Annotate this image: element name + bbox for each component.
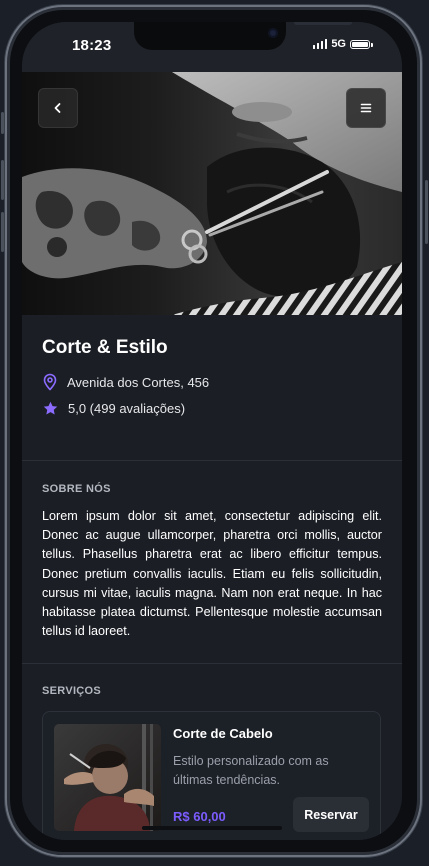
stage: 18:23 5G Corte & Estilo Avenida dos Cort… <box>0 0 429 866</box>
divider <box>22 663 402 664</box>
service-card: Corte de Cabelo Estilo personalizado com… <box>42 711 381 840</box>
back-button[interactable] <box>38 88 78 128</box>
network-label: 5G <box>331 38 346 50</box>
signal-icon <box>312 39 328 49</box>
service-image <box>54 724 161 831</box>
about-title: SOBRE NÓS <box>42 483 111 495</box>
divider <box>22 460 402 461</box>
services-title: SERVIÇOS <box>42 685 102 697</box>
shop-address: Avenida dos Cortes, 456 <box>67 374 210 390</box>
battery-icon <box>350 39 373 49</box>
chevron-left-icon <box>54 103 61 113</box>
home-indicator <box>142 826 282 830</box>
barber-photo <box>22 72 402 315</box>
rating-row: 5,0 (499 avaliações) <box>42 400 185 417</box>
speaker-grille <box>294 22 352 25</box>
service-description: Estilo personalizado com as últimas tend… <box>173 754 329 787</box>
volume-down-button <box>1 212 4 252</box>
hero-image <box>22 72 402 315</box>
status-indicators: 5G <box>312 38 373 50</box>
dynamic-island <box>134 22 352 50</box>
power-button <box>425 180 428 244</box>
status-bar: 18:23 5G <box>22 22 402 72</box>
star-icon <box>43 401 58 415</box>
service-price: R$ 60,00 <box>173 809 226 824</box>
address-row: Avenida dos Cortes, 456 <box>42 373 209 391</box>
map-pin-icon <box>43 373 57 391</box>
about-text: Lorem ipsum dolor sit amet, consectetur … <box>42 509 382 639</box>
reserve-button[interactable]: Reservar <box>293 797 369 832</box>
phone-screen: 18:23 5G Corte & Estilo Avenida dos Cort… <box>22 22 402 840</box>
volume-up-button <box>1 160 4 200</box>
shop-details: Corte & Estilo Avenida dos Cortes, 456 5… <box>22 315 402 840</box>
shop-rating: 5,0 (499 avaliações) <box>68 401 186 416</box>
status-time: 18:23 <box>72 37 112 54</box>
front-camera <box>268 28 278 38</box>
menu-button[interactable] <box>346 88 386 128</box>
service-name: Corte de Cabelo <box>173 726 273 741</box>
silent-switch <box>1 112 4 134</box>
hamburger-menu-icon <box>360 103 372 113</box>
haircut-photo <box>54 724 161 831</box>
shop-name: Corte & Estilo <box>42 337 168 358</box>
